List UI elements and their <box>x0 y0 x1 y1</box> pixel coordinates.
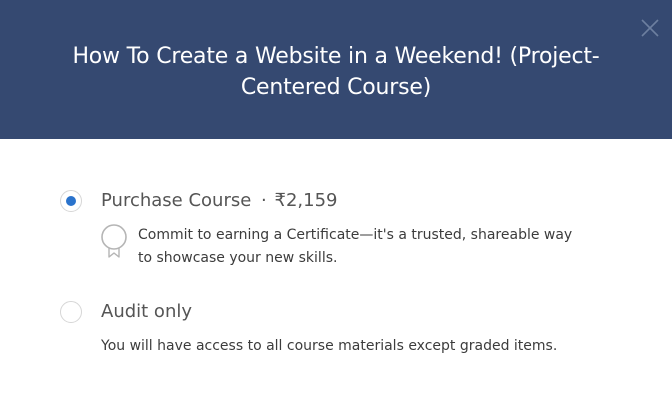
price-separator: · <box>261 190 267 211</box>
purchase-description: Commit to earning a Certificate—it's a t… <box>138 227 573 266</box>
purchase-option-label[interactable]: Purchase Course · ₹2,159 <box>101 190 338 212</box>
enrollment-modal: How To Create a Website in a Weekend! (P… <box>0 0 672 402</box>
close-icon[interactable] <box>638 16 662 40</box>
audit-option-label[interactable]: Audit only <box>101 301 192 323</box>
audit-description: You will have access to all course mater… <box>101 338 558 354</box>
certificate-ribbon-icon <box>100 222 130 258</box>
purchase-radio[interactable] <box>60 190 82 212</box>
modal-header: How To Create a Website in a Weekend! (P… <box>0 0 672 139</box>
purchase-label-text: Purchase Course <box>101 190 252 211</box>
modal-title: How To Create a Website in a Weekend! (P… <box>72 44 600 100</box>
audit-radio[interactable] <box>60 301 82 323</box>
purchase-price: ₹2,159 <box>274 190 338 211</box>
